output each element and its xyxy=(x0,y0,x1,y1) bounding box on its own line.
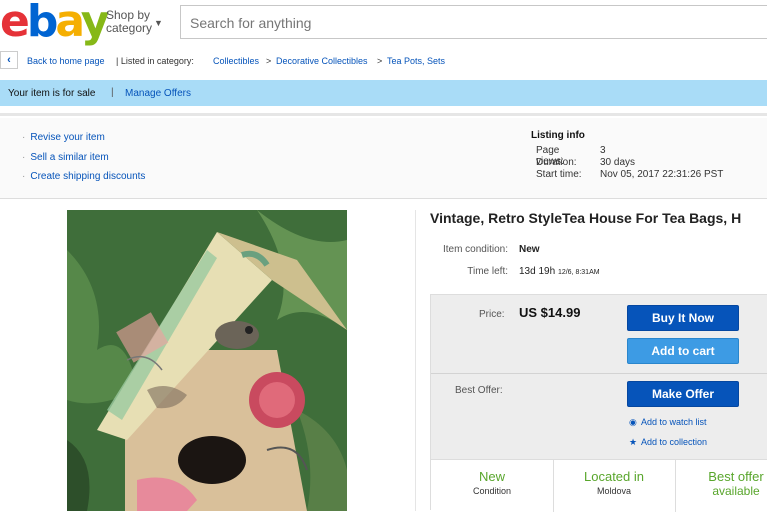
bullet-icon: · xyxy=(22,132,26,143)
feature-title: Located in xyxy=(584,469,644,484)
item-photo[interactable] xyxy=(67,210,347,511)
feature-title: New xyxy=(478,469,505,484)
shop-by-category-button[interactable]: Shop by category ▼ xyxy=(106,9,163,35)
breadcrumb-tea-pots-sets[interactable]: Tea Pots, Sets xyxy=(387,56,445,66)
add-to-watch-list-link[interactable]: ◉ Add to watch list xyxy=(629,417,707,428)
listing-info-value: 3 xyxy=(600,145,606,156)
bullet-icon: · xyxy=(22,171,26,182)
time-left-value: 13d 19h 12/6, 8:31AM xyxy=(519,266,600,277)
item-for-sale-text: Your item is for sale xyxy=(8,88,96,99)
logo-letter-e: e xyxy=(0,0,30,47)
divider xyxy=(431,373,767,374)
breadcrumb-decorative-collectibles[interactable]: Decorative Collectibles xyxy=(276,56,368,66)
purchase-box: Price: US $14.99 Buy It Now Add to cart … xyxy=(430,294,767,512)
make-offer-button[interactable]: Make Offer xyxy=(627,381,739,407)
listing-info-heading: Listing info xyxy=(531,130,585,141)
logo-letter-y: y xyxy=(80,0,110,47)
feature-subtitle: Moldova xyxy=(596,486,632,496)
feature-location: Located in Moldova xyxy=(553,460,676,512)
listing-info-row: Page views: 3 xyxy=(536,145,606,167)
revise-item-label: Revise your item xyxy=(30,132,105,143)
feature-subtitle: Condition xyxy=(472,486,512,496)
star-icon: ★ xyxy=(629,437,638,447)
breadcrumb-separator: > xyxy=(377,56,383,66)
sell-similar-label: Sell a similar item xyxy=(30,152,109,163)
price-value: US $14.99 xyxy=(519,305,581,320)
condition-label: Item condition: xyxy=(442,244,508,255)
time-left-end: 12/6, 8:31AM xyxy=(557,269,600,276)
collection-label: Add to collection xyxy=(641,437,708,447)
feature-subtitle: available xyxy=(712,484,760,498)
add-to-collection-link[interactable]: ★ Add to collection xyxy=(629,437,707,448)
seller-tools-panel: · Revise your item · Sell a similar item ·… xyxy=(0,118,767,199)
shipping-discounts-link[interactable]: · Create shipping discounts xyxy=(22,171,145,182)
back-to-home-link[interactable]: Back to home page xyxy=(27,56,105,66)
sell-similar-link[interactable]: · Sell a similar item xyxy=(22,152,109,163)
listing-info-row: Start time: Nov 05, 2017 22:31:26 PST xyxy=(536,169,723,181)
feature-best-offer: Best offer available xyxy=(675,460,767,512)
chevron-down-icon: ▼ xyxy=(154,18,163,28)
manage-offers-link[interactable]: Manage Offers xyxy=(125,88,191,99)
back-arrow-icon[interactable]: ‹ xyxy=(0,51,18,69)
item-for-sale-bar: Your item is for sale | Manage Offers xyxy=(0,80,767,106)
best-offer-label: Best Offer: xyxy=(455,385,503,396)
ebay-logo[interactable]: ebay xyxy=(0,0,110,47)
eye-icon: ◉ xyxy=(629,417,637,427)
condition-value: New xyxy=(519,244,540,255)
price-label: Price: xyxy=(479,309,505,320)
divider xyxy=(0,113,767,116)
tea-house-image xyxy=(67,210,347,511)
breadcrumb-collectibles[interactable]: Collectibles xyxy=(213,56,259,66)
feature-condition: New Condition xyxy=(431,460,554,512)
feature-strip: New Condition Located in Moldova Best offe… xyxy=(431,459,767,512)
revise-item-link[interactable]: · Revise your item xyxy=(22,132,105,143)
buy-it-now-button[interactable]: Buy It Now xyxy=(627,305,739,331)
category-label: category xyxy=(106,21,153,35)
listing-info-key: Duration: xyxy=(536,157,577,168)
shipping-discounts-label: Create shipping discounts xyxy=(30,171,146,182)
feature-title: Best offer xyxy=(708,469,764,484)
listing-info-value: 30 days xyxy=(600,157,636,168)
logo-letter-b: b xyxy=(26,0,58,47)
breadcrumb: ‹ Back to home page | Listed in category… xyxy=(0,50,767,72)
time-left-label: Time left: xyxy=(467,266,508,277)
item-title: Vintage, Retro StyleTea House For Tea Ba… xyxy=(430,210,742,226)
search-input[interactable]: Search for anything xyxy=(180,5,767,39)
image-gallery xyxy=(0,210,416,511)
breadcrumb-separator: > xyxy=(266,56,272,66)
bullet-icon: · xyxy=(22,152,26,163)
watch-list-label: Add to watch list xyxy=(641,417,707,427)
sale-bar-separator: | xyxy=(111,87,114,98)
search-placeholder: Search for anything xyxy=(190,15,312,31)
site-header: ebay Shop by category ▼ Search for anyth… xyxy=(0,0,767,47)
logo-letter-a: a xyxy=(55,0,83,47)
time-left-duration: 13d 19h xyxy=(519,266,556,277)
listing-info: Listing info Page views: 3 Duration: 30 da… xyxy=(531,130,723,181)
listing-info-key: Start time: xyxy=(536,169,582,180)
listing-info-value: Nov 05, 2017 22:31:26 PST xyxy=(600,169,724,180)
add-to-cart-button[interactable]: Add to cart xyxy=(627,338,739,364)
listing-info-row: Duration: 30 days xyxy=(536,157,635,169)
listed-in-label: | Listed in category: xyxy=(116,56,194,66)
